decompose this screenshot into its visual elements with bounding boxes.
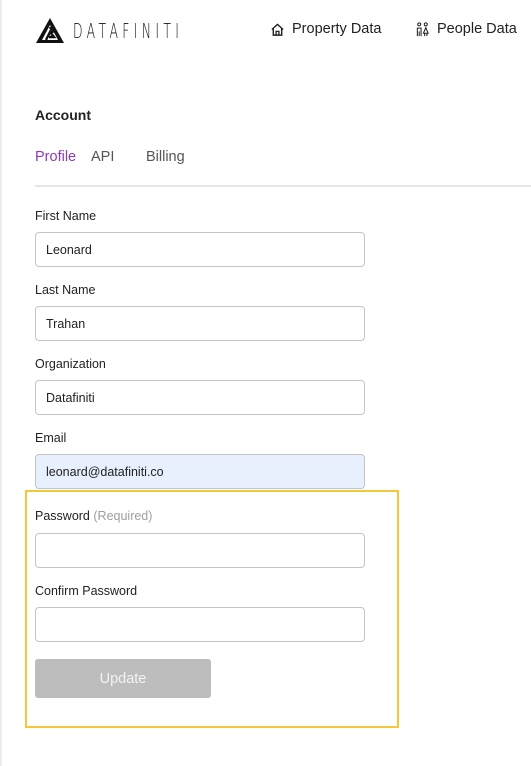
logo-text: DATAFINITI bbox=[73, 18, 184, 43]
nav-property-data[interactable]: Property Data bbox=[270, 21, 381, 37]
last-name-input[interactable] bbox=[35, 306, 365, 341]
nav-property-label: Property Data bbox=[292, 21, 382, 37]
house-icon bbox=[271, 23, 284, 36]
left-border bbox=[0, 0, 2, 766]
first-name-label: First Name bbox=[35, 209, 97, 223]
organization-label: Organization bbox=[35, 357, 106, 371]
confirm-password-input[interactable] bbox=[35, 607, 365, 642]
first-name-input[interactable] bbox=[35, 232, 365, 267]
tab-api[interactable]: API bbox=[91, 149, 146, 165]
tab-billing[interactable]: Billing bbox=[146, 149, 185, 165]
password-required-hint: (Required) bbox=[93, 509, 153, 523]
tabs-divider bbox=[35, 185, 531, 187]
account-tabs: Profile API Billing bbox=[35, 149, 185, 165]
nav-people-data[interactable]: People Data bbox=[415, 21, 517, 37]
people-icon bbox=[416, 21, 429, 36]
email-label: Email bbox=[35, 431, 67, 445]
top-navbar: DATAFINITI Property Data People Data bbox=[0, 0, 531, 64]
password-input[interactable] bbox=[35, 533, 365, 568]
datafiniti-logo-icon bbox=[36, 18, 64, 43]
nav-people-label: People Data bbox=[437, 21, 517, 37]
password-label-text: Password bbox=[35, 509, 90, 523]
logo[interactable]: DATAFINITI bbox=[35, 17, 251, 44]
tab-profile[interactable]: Profile bbox=[35, 149, 91, 165]
page-title: Account bbox=[35, 107, 91, 123]
last-name-label: Last Name bbox=[35, 283, 96, 297]
confirm-password-label: Confirm Password bbox=[35, 584, 138, 598]
account-page: DATAFINITI Property Data People Data Acc… bbox=[0, 0, 531, 766]
update-button[interactable]: Update bbox=[35, 659, 211, 698]
email-input[interactable] bbox=[35, 454, 365, 489]
password-label: Password (Required) bbox=[35, 509, 152, 523]
organization-input[interactable] bbox=[35, 380, 365, 415]
